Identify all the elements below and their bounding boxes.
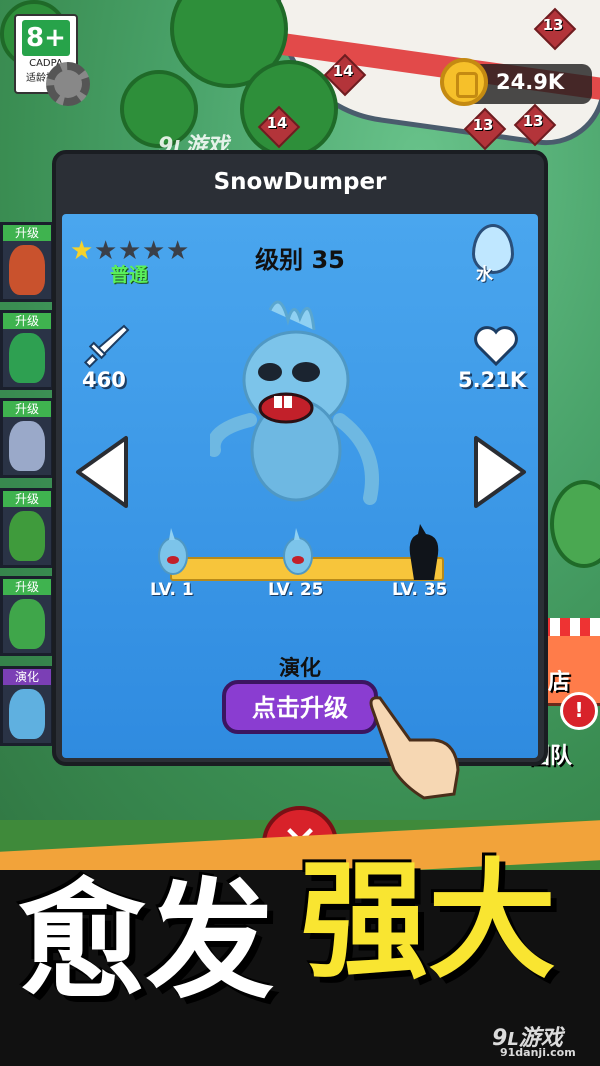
sidebar-monster-card[interactable]: 升级 (0, 310, 54, 390)
evolve-label: 演化 (279, 656, 321, 680)
card-tag: 升级 (3, 225, 51, 241)
evolution-stage-2-label: LV. 25 (268, 580, 324, 600)
sword-icon (84, 324, 130, 368)
evolution-stage-3-silhouette-icon (409, 524, 439, 580)
card-tag: 升级 (3, 401, 51, 417)
coin-icon (440, 58, 488, 106)
card-tag: 升级 (3, 579, 51, 595)
shop-label: 店 (548, 670, 571, 695)
evolution-stage-1-icon (158, 528, 188, 575)
monster-thumbnail (9, 421, 45, 471)
shop-awning (540, 618, 600, 636)
rarity-label: 普通 (110, 264, 149, 286)
evolution-stage-3-label: LV. 35 (392, 580, 448, 600)
card-tag: 演化 (3, 669, 51, 685)
slogan-part-2: 强大 (300, 847, 557, 996)
upgrade-button[interactable]: 点击升级 (222, 680, 378, 734)
slogan-part-1: 愈发 (18, 867, 275, 1016)
alert-badge: ! (560, 692, 598, 730)
evolution-stage-2-icon (283, 528, 313, 575)
monster-thumbnail (9, 689, 45, 739)
attack-value: 460 (82, 368, 126, 392)
monster-thumbnail (9, 599, 45, 649)
map-marker-label: 14 (332, 62, 354, 80)
heart-icon (474, 326, 518, 367)
star-icon: ★ (70, 236, 94, 266)
sidebar-monster-card[interactable]: 演化 (0, 666, 54, 746)
map-marker-label: 14 (266, 114, 288, 132)
bush (550, 480, 600, 568)
monster-snowdumper (210, 300, 379, 505)
star-icon: ★ (166, 236, 190, 266)
monster-thumbnail (9, 333, 45, 383)
currency-amount: 24.9K (496, 70, 565, 94)
monster-thumbnail (9, 511, 45, 561)
next-arrow-button[interactable] (470, 432, 530, 512)
sidebar-monster-card[interactable]: 升级 (0, 398, 54, 478)
map-marker-label: 13 (522, 112, 544, 130)
modal-title: SnowDumper (213, 169, 387, 195)
hp-value: 5.21K (458, 368, 527, 392)
settings-gear-icon[interactable] (46, 62, 90, 106)
pointing-hand-icon (369, 696, 460, 800)
sidebar-monster-card[interactable]: 升级 (0, 576, 54, 656)
map-marker-label: 13 (542, 16, 564, 34)
monster-thumbnail (9, 245, 45, 295)
card-tag: 升级 (3, 313, 51, 329)
previous-arrow-button[interactable] (72, 432, 132, 512)
watermark-domain-bottom: 91danji.com (500, 1046, 576, 1059)
sidebar-monster-card[interactable]: 升级 (0, 222, 54, 302)
level-label: 级别 35 (255, 246, 345, 274)
evolution-stage-1-label: LV. 1 (150, 580, 194, 600)
element-label: 水 (476, 265, 493, 285)
map-marker-label: 13 (472, 116, 494, 134)
sidebar-monster-card[interactable]: 升级 (0, 488, 54, 568)
card-tag: 升级 (3, 491, 51, 507)
age-rating-value: 8+ (22, 20, 70, 56)
